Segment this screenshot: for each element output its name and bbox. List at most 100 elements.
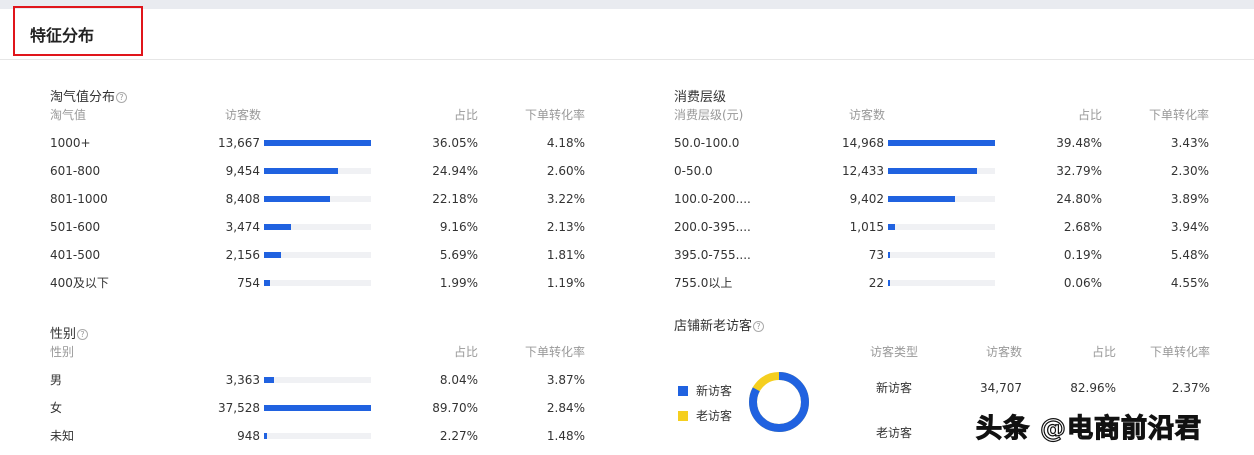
- visitor-bar-fill: [264, 280, 270, 286]
- top-bar: [0, 0, 1254, 9]
- row-share: 9.16%: [439, 220, 478, 234]
- row-visitors: 73: [868, 248, 884, 262]
- visitor-row-visitors: 34,707: [980, 381, 1022, 395]
- visitor-bar: [264, 224, 371, 230]
- visitor-bar: [264, 433, 371, 439]
- row-conversion: 3.87%: [546, 373, 585, 387]
- row-label: 601-800: [50, 164, 101, 178]
- row-label: 50.0-100.0: [674, 136, 740, 150]
- row-share: 0.19%: [1063, 248, 1102, 262]
- visitor-row-conv: 2.37%: [1171, 381, 1210, 395]
- row-conversion: 2.13%: [546, 220, 585, 234]
- row-label: 395.0-755....: [674, 248, 751, 262]
- visitor-col-header: 访客数: [985, 345, 1022, 359]
- visitor-bar-fill: [264, 224, 292, 230]
- gender-section-title: 性别?: [50, 327, 89, 343]
- page-title: 特征分布: [30, 26, 95, 45]
- row-visitors: 1,015: [849, 220, 884, 234]
- row-visitors: 3,474: [225, 220, 260, 234]
- visitor-bar: [888, 196, 995, 202]
- row-visitors: 9,454: [225, 164, 260, 178]
- row-share: 5.69%: [439, 248, 478, 262]
- row-label: 400及以下: [50, 276, 109, 290]
- legend-new-label[interactable]: 新访客: [696, 383, 732, 399]
- row-visitors: 37,528: [218, 401, 260, 415]
- consume-title: 消费层级: [674, 90, 727, 105]
- visitor-bar: [264, 140, 371, 146]
- legend-old-label[interactable]: 老访客: [696, 408, 732, 424]
- legend-new-swatch: [678, 386, 688, 396]
- col-header-share: 占比: [453, 108, 478, 122]
- row-label: 100.0-200....: [674, 192, 751, 206]
- row-share: 24.80%: [1056, 192, 1102, 206]
- visitor-col-header: 占比: [1091, 345, 1116, 359]
- row-conversion: 2.60%: [546, 164, 585, 178]
- row-label: 401-500: [50, 248, 101, 262]
- divider: [0, 59, 1254, 60]
- row-label: 801-1000: [50, 192, 108, 206]
- row-conversion: 1.19%: [546, 276, 585, 290]
- help-icon[interactable]: ?: [753, 321, 765, 332]
- row-share: 89.70%: [432, 401, 478, 415]
- col-header-conversion: 下单转化率: [524, 108, 585, 122]
- row-share: 2.27%: [439, 429, 478, 443]
- row-share: 2.68%: [1063, 220, 1102, 234]
- visitor-bar: [264, 280, 371, 286]
- row-share: 22.18%: [432, 192, 478, 206]
- visitor-bar: [888, 252, 995, 258]
- visitor-bar-fill: [888, 140, 995, 146]
- row-visitors: 948: [237, 429, 260, 443]
- row-share: 36.05%: [432, 136, 478, 150]
- visitor-bar-fill: [888, 196, 956, 202]
- row-share: 24.94%: [432, 164, 478, 178]
- visitor-bar-fill: [888, 168, 977, 174]
- visitor-row-type: 老访客: [875, 426, 912, 440]
- col-header-label: 消费层级(元): [674, 108, 744, 122]
- row-share: 0.06%: [1063, 276, 1102, 290]
- visitor-section-title: 店铺新老访客?: [674, 319, 765, 335]
- visitor-bar: [264, 168, 371, 174]
- col-header-conversion: 下单转化率: [1148, 108, 1209, 122]
- visitor-bar-fill: [888, 280, 890, 286]
- visitor-bar-fill: [264, 140, 371, 146]
- visitor-bar-fill: [264, 196, 330, 202]
- row-conversion: 1.48%: [546, 429, 585, 443]
- row-conversion: 2.84%: [546, 401, 585, 415]
- col-header-share: 占比: [453, 345, 478, 359]
- visitor-bar-fill: [888, 224, 896, 230]
- visitor-bar: [264, 405, 371, 411]
- row-conversion: 5.48%: [1170, 248, 1209, 262]
- row-visitors: 754: [237, 276, 260, 290]
- row-label: 1000+: [50, 136, 91, 150]
- col-header-label: 淘气值: [50, 108, 87, 122]
- visitor-bar: [888, 168, 995, 174]
- row-visitors: 3,363: [225, 373, 260, 387]
- visitor-row-share: 82.96%: [1070, 381, 1116, 395]
- row-share: 32.79%: [1056, 164, 1102, 178]
- visitor-bar: [888, 140, 995, 146]
- row-visitors: 8,408: [225, 192, 260, 206]
- visitor-bar-fill: [264, 377, 274, 383]
- consume-section-title: 消费层级: [674, 90, 726, 106]
- row-conversion: 1.81%: [546, 248, 585, 262]
- gender-title: 性别: [50, 327, 77, 342]
- row-visitors: 14,968: [842, 136, 884, 150]
- row-visitors: 22: [868, 276, 884, 290]
- row-label: 0-50.0: [674, 164, 713, 178]
- visitor-bar-fill: [264, 405, 371, 411]
- row-conversion: 2.30%: [1170, 164, 1209, 178]
- col-header-visitors: 访客数: [225, 108, 262, 122]
- visitor-bar: [264, 196, 371, 202]
- visitor-bar-fill: [888, 252, 890, 258]
- row-label: 女: [50, 401, 63, 415]
- visitor-bar: [888, 224, 995, 230]
- visitor-title: 店铺新老访客: [674, 319, 753, 334]
- row-conversion: 3.43%: [1170, 136, 1209, 150]
- help-icon[interactable]: ?: [116, 92, 128, 103]
- help-icon[interactable]: ?: [77, 329, 89, 340]
- row-visitors: 9,402: [849, 192, 884, 206]
- visitor-bar: [888, 280, 995, 286]
- visitor-donut-chart: [749, 372, 809, 432]
- col-header-conversion: 下单转化率: [524, 345, 585, 359]
- col-header-visitors: 访客数: [849, 108, 886, 122]
